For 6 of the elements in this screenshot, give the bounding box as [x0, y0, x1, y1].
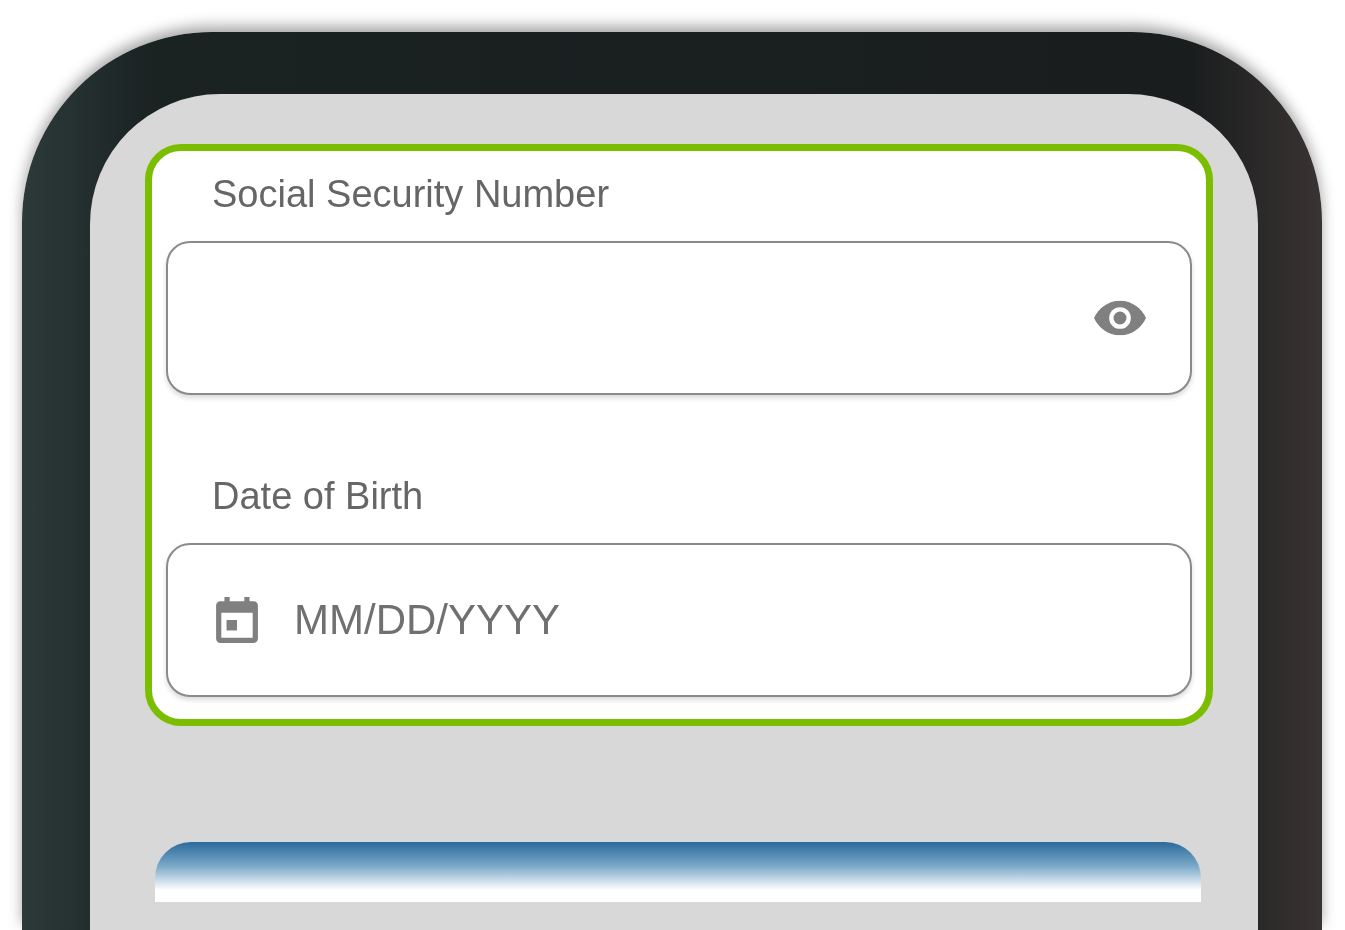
field-label: Date of Birth — [211, 474, 425, 519]
submit-button[interactable] — [155, 842, 1201, 902]
date-field[interactable]: MM/DD/YYYY — [166, 543, 1192, 697]
field-label: Social Security Number — [211, 172, 611, 217]
input-field[interactable] — [166, 241, 1192, 395]
eye-icon[interactable] — [1094, 300, 1146, 336]
